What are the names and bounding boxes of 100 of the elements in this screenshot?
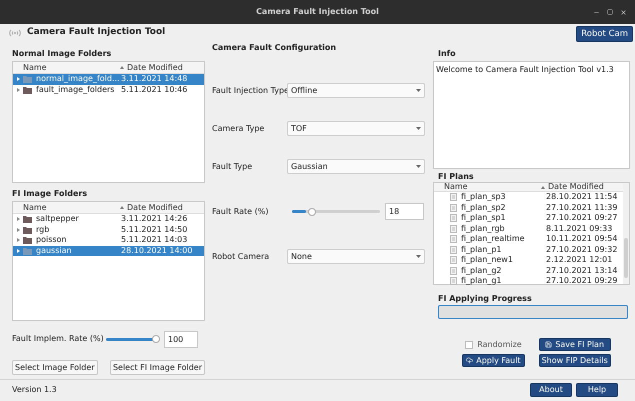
tree-row[interactable]: saltpepper 3.11.2021 14:26 — [13, 214, 204, 224]
slider-thumb[interactable] — [152, 335, 160, 343]
section-label: FI Plans — [437, 171, 475, 182]
file-name: poisson — [36, 234, 68, 246]
date-modified: 3.11.2021 14:48 — [121, 73, 188, 86]
dropdown-caret-icon — [416, 127, 421, 130]
info-text: Welcome to Camera Fault Injection Tool v1.3 — [436, 65, 614, 74]
date-modified: 5.11.2021 10:46 — [121, 84, 188, 96]
rate-input[interactable]: 18 — [385, 203, 424, 220]
tree-row[interactable]: fi_plan_new1 2.12.2021 12:01 — [434, 255, 622, 266]
expand-arrow-icon[interactable] — [17, 217, 20, 222]
section-label: FI Applying Progress — [437, 293, 533, 305]
close-icon[interactable] — [620, 8, 627, 16]
column-header[interactable]: Name — [13, 204, 120, 212]
app-title: Camera Fault Injection Tool — [27, 26, 166, 40]
dropdown-caret-icon — [416, 165, 421, 168]
file-icon — [450, 256, 457, 264]
slider[interactable] — [106, 335, 160, 343]
dropdown-caret-icon — [416, 255, 421, 258]
tree-row[interactable]: fault_image_folders 5.11.2021 10:46 — [13, 84, 204, 95]
tree-row[interactable]: normal_image_fold... 3.11.2021 14:48 — [13, 74, 204, 84]
file-icon — [450, 224, 457, 233]
robot-cam-button[interactable]: Robot Cam — [576, 26, 633, 42]
maximize-icon[interactable] — [607, 8, 613, 14]
file-icon — [450, 266, 457, 275]
footer-button[interactable]: Help — [576, 383, 618, 397]
file-name: fi_plan_g2 — [461, 264, 502, 276]
file-name: fi_plan_realtime — [461, 233, 526, 246]
tree-row[interactable]: rgb 5.11.2021 14:50 — [13, 224, 204, 235]
scrollbar[interactable] — [623, 183, 629, 284]
dropdown[interactable]: Offline — [287, 83, 425, 98]
file-name: fault_image_folders — [36, 84, 116, 96]
sort-arrow-icon — [120, 66, 124, 69]
version-label: Version 1.3 — [12, 384, 57, 396]
column-header[interactable]: Date Modified — [127, 204, 183, 212]
dropdown-caret-icon — [416, 89, 421, 92]
expand-arrow-icon[interactable] — [17, 238, 20, 242]
date-modified: 10.11.2021 09:54 — [546, 233, 618, 246]
date-modified: 27.10.2021 09:29 — [546, 275, 618, 288]
field-label: Fault Rate (%) — [212, 206, 270, 218]
date-modified: 5.11.2021 14:03 — [121, 234, 188, 246]
column-header[interactable]: Date Modified — [548, 183, 604, 191]
date-modified: 3.11.2021 14:26 — [121, 213, 188, 226]
select-folder-button[interactable]: Select FI Image Folder — [110, 360, 205, 375]
signal-icon — [8, 29, 22, 37]
upload-icon — [466, 357, 474, 364]
file-name: fi_plan_sp1 — [461, 212, 507, 224]
column-header[interactable]: Date Modified — [127, 64, 183, 72]
section-label: FI Image Folders — [12, 188, 88, 200]
file-icon — [450, 235, 457, 244]
tree-row[interactable]: fi_plan_sp2 27.10.2021 11:39 — [434, 202, 622, 213]
show-details-button[interactable]: Show FIP Details — [538, 354, 611, 367]
dropdown[interactable]: None — [287, 249, 425, 264]
date-modified: 5.11.2021 14:50 — [121, 224, 188, 236]
expand-arrow-icon[interactable] — [17, 248, 20, 253]
expand-arrow-icon[interactable] — [17, 88, 20, 92]
file-icon — [450, 204, 457, 212]
tree-row[interactable]: fi_plan_p1 27.10.2021 09:32 — [434, 244, 622, 255]
footer-button[interactable]: About — [530, 383, 572, 397]
file-name: fi_plan_g1 — [461, 275, 502, 288]
section-label: Normal Image Folders — [12, 48, 112, 60]
tree-row[interactable]: poisson 5.11.2021 14:03 — [13, 235, 204, 246]
apply-fault-button[interactable]: Apply Fault — [462, 354, 525, 367]
dropdown[interactable]: Gaussian — [287, 159, 425, 174]
tree-row[interactable]: fi_plan_g2 27.10.2021 13:14 — [434, 266, 622, 276]
file-name: saltpepper — [36, 213, 80, 226]
date-modified: 28.10.2021 11:54 — [546, 191, 618, 204]
save-plan-button[interactable]: Save FI Plan — [538, 338, 611, 351]
tree-row[interactable]: fi_plan_g1 27.10.2021 09:29 — [434, 276, 622, 286]
tree-row[interactable]: fi_plan_rgb 8.11.2021 09:33 — [434, 224, 622, 234]
select-folder-button[interactable]: Select Image Folder — [12, 360, 98, 375]
save-icon — [545, 341, 552, 348]
rate-input[interactable]: 100 — [164, 330, 198, 348]
field-label: Robot Camera — [212, 250, 270, 262]
checkbox-label: Randomize — [477, 338, 522, 350]
column-header[interactable]: Name — [13, 64, 120, 72]
file-name: fi_plan_new1 — [461, 254, 514, 266]
expand-arrow-icon[interactable] — [17, 77, 20, 82]
randomize-checkbox[interactable] — [465, 340, 474, 348]
slider[interactable] — [292, 208, 380, 216]
date-modified: 2.12.2021 12:01 — [546, 254, 612, 266]
file-name: fi_plan_rgb — [461, 222, 506, 234]
field-label: Camera Type — [212, 122, 266, 134]
dropdown[interactable]: TOF — [287, 121, 425, 136]
tree-row[interactable]: fi_plan_realtime 10.11.2021 09:54 — [434, 234, 622, 244]
window-title: Camera Fault Injection Tool — [256, 6, 379, 18]
file-icon — [450, 277, 457, 286]
file-name: gaussian — [36, 244, 73, 257]
slider-thumb[interactable] — [308, 208, 316, 216]
tree-row[interactable]: gaussian 28.10.2021 14:00 — [13, 246, 204, 256]
date-modified: 28.10.2021 14:00 — [121, 244, 192, 257]
tree-row[interactable]: fi_plan_sp3 28.10.2021 11:54 — [434, 192, 622, 202]
column-header[interactable]: Name — [434, 183, 541, 191]
file-icon — [450, 246, 457, 254]
field-label: Fault Type — [212, 160, 254, 172]
date-modified: 8.11.2021 09:33 — [546, 222, 612, 235]
file-name: normal_image_fold... — [36, 73, 121, 86]
expand-arrow-icon[interactable] — [17, 228, 20, 232]
date-modified: 27.10.2021 09:32 — [546, 244, 618, 256]
tree-row[interactable]: fi_plan_sp1 27.10.2021 09:27 — [434, 213, 622, 224]
